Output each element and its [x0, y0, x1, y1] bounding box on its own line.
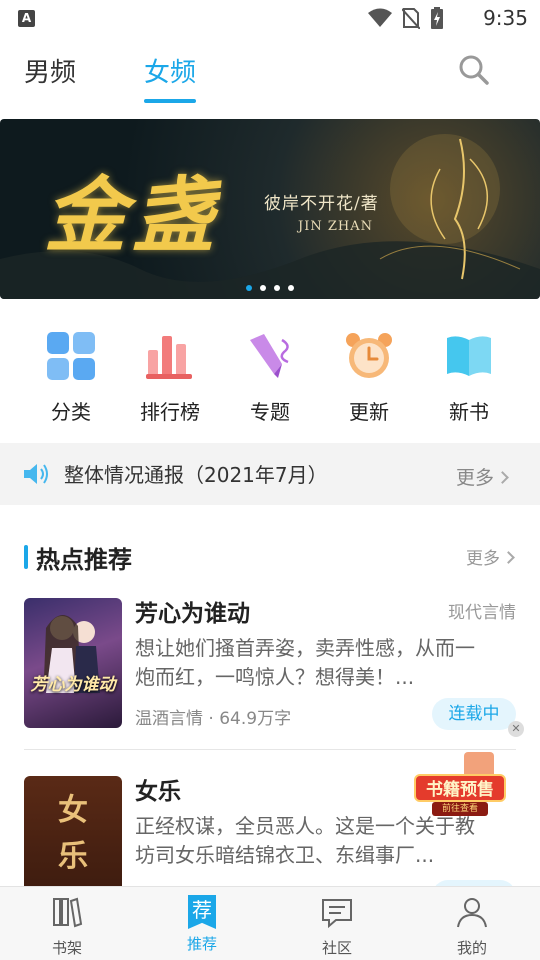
notice-more-link[interactable]: 更多	[456, 463, 509, 490]
section-more-link[interactable]: 更多	[466, 544, 515, 569]
pen-icon	[250, 334, 289, 378]
no-sim-icon	[402, 8, 420, 29]
bottom-nav: 书架 荐 推荐 社区 我的	[0, 886, 540, 960]
book-genre: 现代言情	[448, 603, 516, 623]
status-icons	[368, 7, 444, 29]
carousel-dot[interactable]	[288, 285, 294, 291]
nav-label: 书架	[51, 939, 82, 957]
gift-box-icon	[464, 752, 494, 776]
book-description: 正经权谋，全员恶人。这是一个关于教坊司女乐暗结锦衣卫、东缉事厂...	[135, 814, 475, 867]
speaker-icon	[24, 464, 48, 484]
category-topic[interactable]: 专题	[220, 320, 320, 425]
chevron-right-icon	[496, 471, 509, 484]
book-icon	[447, 336, 491, 376]
category-ranking[interactable]: 排行榜	[120, 320, 220, 425]
category-label: 新书	[449, 400, 489, 424]
category-label: 专题	[250, 400, 290, 424]
book-card[interactable]: 芳心为谁动 芳心为谁动 现代言情 想让她们搔首弄姿，卖弄性感，从而一炮而红，一鸣…	[0, 592, 540, 742]
notice-bar[interactable]: 整体情况通报（2021年7月） 更多	[0, 443, 540, 505]
nav-recommend[interactable]: 荐 推荐	[152, 887, 252, 960]
book-status-badge: 连载中	[432, 698, 516, 730]
alarm-clock-icon	[346, 333, 392, 378]
category-label: 排行榜	[140, 400, 200, 424]
book-description: 想让她们搔首弄姿，卖弄性感，从而一炮而红，一鸣惊人？想得美！...	[135, 636, 475, 689]
category-label: 分类	[51, 400, 91, 424]
category-updates[interactable]: 更新	[319, 320, 419, 425]
carousel-dot[interactable]	[274, 285, 280, 291]
wifi-icon	[368, 8, 392, 27]
category-classify[interactable]: 分类	[21, 320, 121, 425]
bar-chart-icon	[146, 336, 192, 379]
close-icon[interactable]: ✕	[508, 721, 524, 737]
banner-carousel[interactable]: 金盏 彼岸不开花/著 JIN ZHAN	[0, 119, 540, 299]
chevron-right-icon	[502, 551, 515, 564]
nav-label: 社区	[321, 939, 352, 957]
carousel-dot[interactable]	[246, 285, 252, 291]
presale-float-badge[interactable]: 书籍预售 前往查看	[414, 748, 506, 820]
category-label: 更新	[349, 400, 389, 424]
carousel-dot[interactable]	[260, 285, 266, 291]
banner-author: 彼岸不开花/著	[264, 194, 379, 214]
notice-more-label: 更多	[456, 467, 495, 489]
banner-pinyin: JIN ZHAN	[298, 219, 373, 234]
section-accent-bar	[24, 545, 28, 569]
nav-label: 推荐	[186, 935, 217, 953]
cover-title: 芳心为谁动	[30, 675, 116, 695]
search-icon[interactable]	[456, 52, 492, 88]
nav-bookshelf[interactable]: 书架	[17, 887, 117, 960]
chat-icon	[322, 899, 352, 929]
cover-title: 女乐	[58, 793, 88, 874]
hot-recommend-header: 热点推荐 更多	[0, 536, 540, 576]
nav-label: 我的	[456, 939, 487, 957]
section-title: 热点推荐	[36, 546, 132, 574]
recommend-icon-text: 荐	[192, 898, 212, 922]
nav-profile[interactable]: 我的	[422, 887, 522, 960]
user-icon	[457, 898, 487, 928]
cover-illustration	[44, 614, 100, 693]
tab-male[interactable]: 男频	[24, 52, 76, 89]
notification-a-icon: A	[18, 10, 35, 27]
status-bar: A 9:35	[0, 0, 540, 36]
grid-icon	[47, 332, 95, 380]
book-cover[interactable]: 芳心为谁动	[24, 598, 122, 728]
nav-community[interactable]: 社区	[287, 887, 387, 960]
category-row: 分类 排行榜 专题 更新 新书	[0, 320, 540, 430]
presale-sub-label: 前往查看	[432, 802, 488, 816]
banner-calligraphy-title: 金盏	[44, 168, 220, 264]
presale-label: 书籍预售	[414, 774, 506, 802]
section-more-label: 更多	[466, 549, 500, 569]
category-new-books[interactable]: 新书	[419, 320, 519, 425]
carousel-dots	[246, 285, 294, 291]
battery-charging-icon	[431, 7, 443, 29]
active-tab-indicator	[144, 99, 196, 103]
book-meta: 温酒言情 · 64.9万字	[135, 709, 292, 729]
book-title[interactable]: 女乐	[135, 772, 181, 806]
tab-female[interactable]: 女频	[144, 52, 196, 89]
bookshelf-icon	[53, 897, 83, 928]
status-time: 9:35	[483, 6, 528, 30]
top-tabs: 男频 女频	[0, 36, 540, 116]
book-title[interactable]: 芳心为谁动	[135, 594, 250, 628]
notice-text: 整体情况通报（2021年7月）	[64, 463, 328, 487]
recommend-icon: 荐	[188, 895, 216, 929]
